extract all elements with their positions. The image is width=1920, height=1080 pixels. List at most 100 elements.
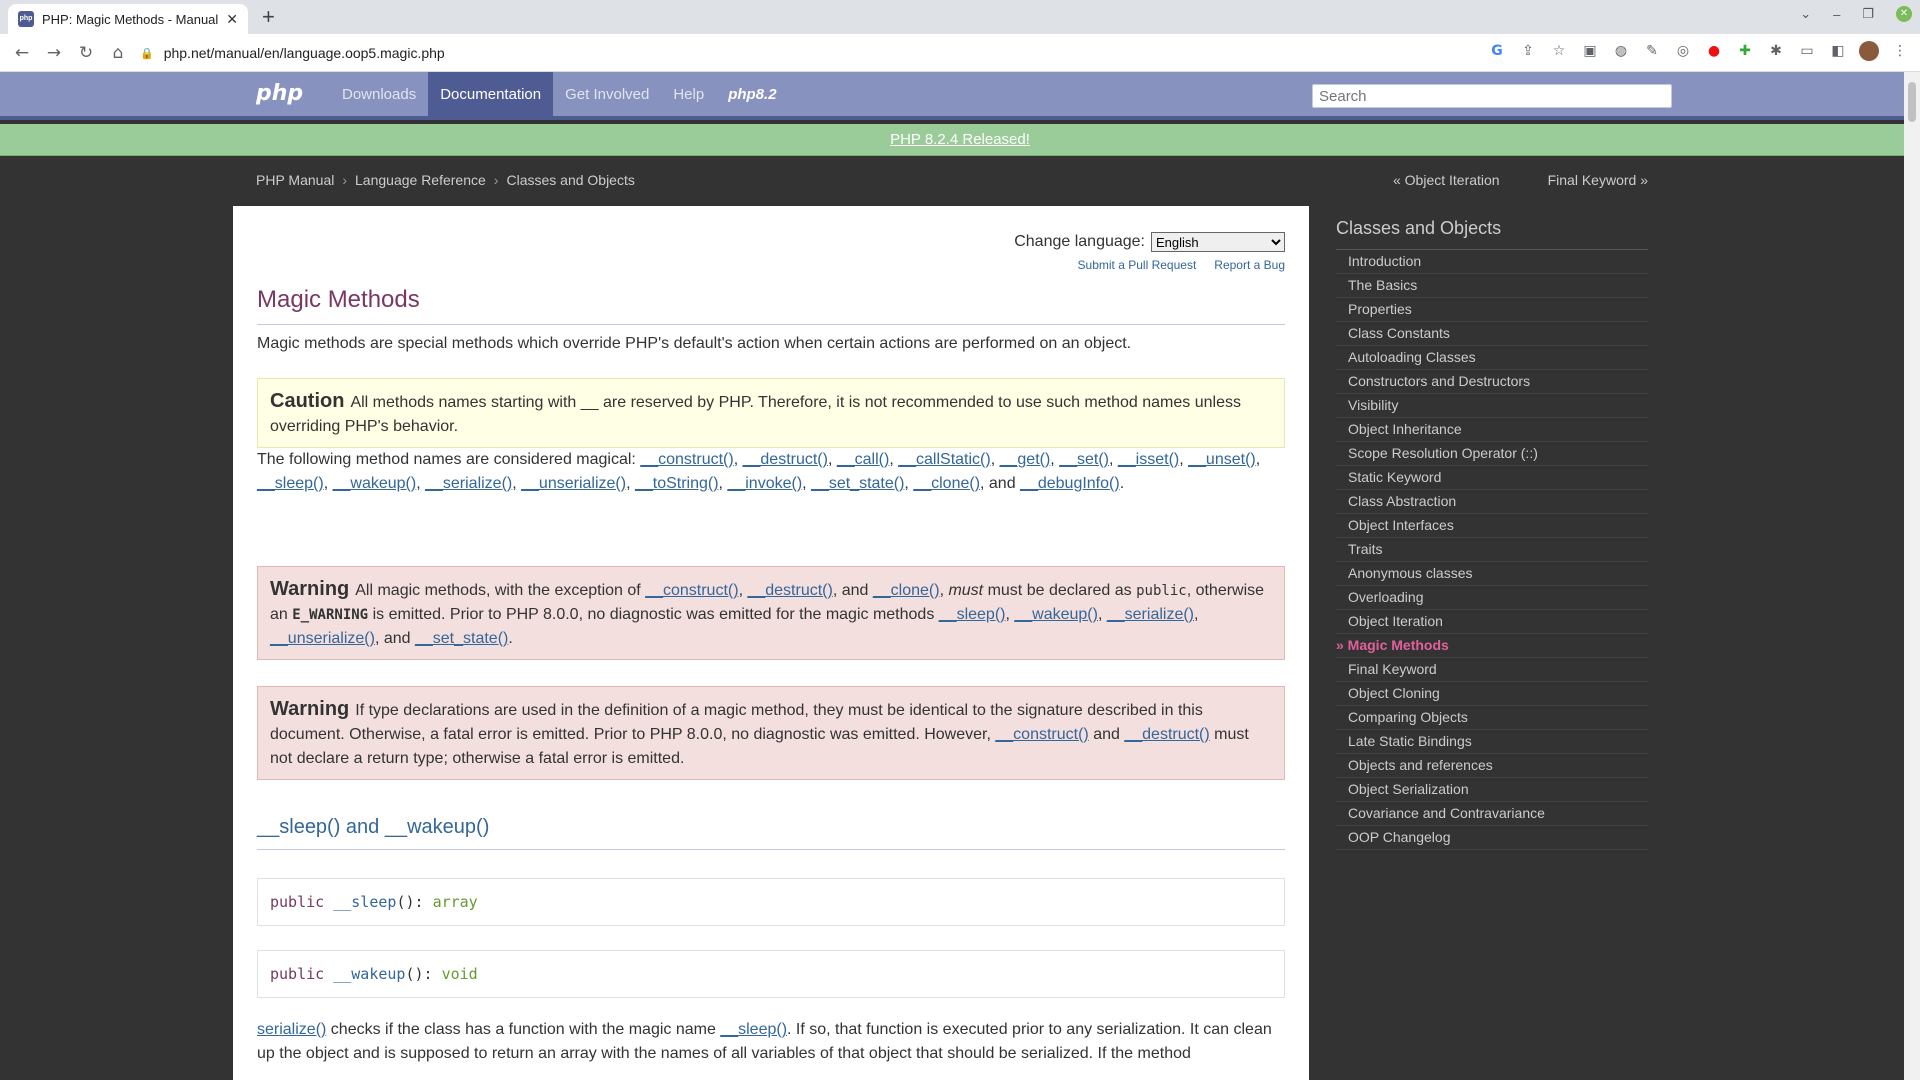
scrollbar-thumb[interactable] [1908, 82, 1916, 122]
php-logo[interactable]: php [256, 81, 303, 106]
method-link[interactable]: __call() [837, 451, 889, 468]
sidebar-icon[interactable]: ◧ [1828, 41, 1848, 61]
menu-icon[interactable]: ⋮ [1890, 41, 1910, 61]
share-icon[interactable]: ⇪ [1518, 41, 1538, 61]
sidebar-item[interactable]: Anonymous classes [1336, 562, 1648, 586]
nav-help[interactable]: Help [661, 72, 716, 120]
nav-get-involved[interactable]: Get Involved [553, 72, 661, 120]
sidebar-item[interactable]: Object Inheritance [1336, 418, 1648, 442]
method-link[interactable]: __construct() [640, 451, 733, 468]
bookmark-star-icon[interactable]: ☆ [1549, 41, 1569, 61]
sidebar-item[interactable]: The Basics [1336, 274, 1648, 298]
sidebar-item[interactable]: Late Static Bindings [1336, 730, 1648, 754]
opera-icon[interactable]: ● [1704, 41, 1724, 61]
language-select[interactable]: English [1151, 232, 1285, 252]
reload-icon[interactable]: ↻ [70, 37, 102, 69]
method-link[interactable]: __unserialize() [521, 475, 626, 492]
maximize-icon[interactable]: ❐ [1862, 6, 1874, 22]
sidebar-item[interactable]: Object Iteration [1336, 610, 1648, 634]
breadcrumb-item[interactable]: Language Reference [355, 172, 486, 188]
sidebar-item[interactable]: Class Abstraction [1336, 490, 1648, 514]
nav-documentation[interactable]: Documentation [428, 72, 554, 120]
sidebar-item[interactable]: OOP Changelog [1336, 826, 1648, 850]
close-tab-icon[interactable]: ✕ [226, 11, 238, 28]
php82-link[interactable]: php8.2 [716, 72, 788, 120]
method-link[interactable]: __sleep() [939, 606, 1006, 623]
scrollbar[interactable] [1904, 72, 1920, 1080]
extension-icon[interactable]: ✚ [1735, 41, 1755, 61]
sidebar-item[interactable]: Constructors and Destructors [1336, 370, 1648, 394]
method-link[interactable]: __get() [1000, 451, 1051, 468]
method-link[interactable]: __set_state() [811, 475, 904, 492]
close-window-icon[interactable]: ✕ [1896, 6, 1912, 22]
search-input[interactable] [1312, 84, 1672, 108]
method-link[interactable]: __set() [1059, 451, 1109, 468]
method-link[interactable]: __sleep() [257, 475, 324, 492]
sig-function[interactable]: __wakeup [333, 965, 405, 983]
method-link[interactable]: __destruct() [743, 451, 828, 468]
prev-page-link[interactable]: « Object Iteration [1393, 172, 1500, 188]
serialize-link[interactable]: serialize() [257, 1021, 326, 1038]
sidebar-item[interactable]: Static Keyword [1336, 466, 1648, 490]
sidebar-item[interactable]: Class Constants [1336, 322, 1648, 346]
sidebar-item[interactable]: Introduction [1336, 250, 1648, 274]
method-link[interactable]: __construct() [645, 582, 738, 599]
google-icon[interactable]: G [1487, 41, 1507, 61]
method-link[interactable]: __debugInfo() [1020, 475, 1120, 492]
sidebar-item[interactable]: Visibility [1336, 394, 1648, 418]
breadcrumb-item[interactable]: PHP Manual [256, 172, 334, 188]
home-icon[interactable]: ⌂ [102, 37, 134, 69]
method-link[interactable]: __destruct() [747, 582, 832, 599]
method-link[interactable]: __set_state() [415, 630, 508, 647]
tab-search-icon[interactable]: ⌄ [1800, 6, 1811, 22]
browser-tab[interactable]: php PHP: Magic Methods - Manual ✕ [8, 4, 248, 34]
sidebar-item[interactable]: Object Interfaces [1336, 514, 1648, 538]
method-link[interactable]: __wakeup() [333, 475, 417, 492]
extension-icon[interactable]: ▣ [1580, 41, 1600, 61]
sidebar-item[interactable]: Final Keyword [1336, 658, 1648, 682]
lock-icon[interactable]: 🔒 [140, 47, 154, 60]
method-link[interactable]: __serialize() [1107, 606, 1194, 623]
method-link[interactable]: __isset() [1118, 451, 1179, 468]
release-link[interactable]: PHP 8.2.4 Released! [890, 131, 1030, 148]
forward-icon[interactable]: → [38, 37, 70, 69]
next-page-link[interactable]: Final Keyword » [1548, 172, 1648, 188]
breadcrumb-item[interactable]: Classes and Objects [506, 172, 634, 188]
back-icon[interactable]: ← [6, 37, 38, 69]
method-link[interactable]: __sleep() [720, 1021, 787, 1038]
new-tab-icon[interactable]: + [262, 4, 275, 30]
sidebar-item[interactable]: Comparing Objects [1336, 706, 1648, 730]
method-link[interactable]: __invoke() [727, 475, 802, 492]
method-link[interactable]: __destruct() [1124, 726, 1209, 743]
method-link[interactable]: __toString() [635, 475, 719, 492]
method-link[interactable]: __clone() [913, 475, 980, 492]
method-link[interactable]: __callStatic() [898, 451, 990, 468]
method-link[interactable]: __construct() [995, 726, 1088, 743]
url-text[interactable]: php.net/manual/en/language.oop5.magic.ph… [164, 45, 445, 61]
sidebar-item[interactable]: Scope Resolution Operator (::) [1336, 442, 1648, 466]
extension-icon[interactable]: ✎ [1642, 41, 1662, 61]
extension-icon[interactable]: ◍ [1611, 41, 1631, 61]
sidebar-item[interactable]: Objects and references [1336, 754, 1648, 778]
sidebar-item[interactable]: » Magic Methods [1336, 634, 1648, 658]
sidebar-item[interactable]: Autoloading Classes [1336, 346, 1648, 370]
sig-function[interactable]: __sleep [333, 893, 396, 911]
address-bar[interactable]: 🔒 php.net/manual/en/language.oop5.magic.… [140, 38, 1520, 68]
sidebar-item[interactable]: Traits [1336, 538, 1648, 562]
minimize-icon[interactable]: – [1833, 7, 1840, 22]
report-bug-link[interactable]: Report a Bug [1214, 258, 1285, 272]
cast-icon[interactable]: ▭ [1797, 41, 1817, 61]
sidebar-item[interactable]: Properties [1336, 298, 1648, 322]
extension-icon[interactable]: ◎ [1673, 41, 1693, 61]
method-link[interactable]: __wakeup() [1014, 606, 1098, 623]
sidebar-item[interactable]: Object Cloning [1336, 682, 1648, 706]
avatar[interactable] [1859, 41, 1879, 61]
method-link[interactable]: __serialize() [425, 475, 512, 492]
nav-downloads[interactable]: Downloads [330, 72, 428, 120]
method-link[interactable]: __clone() [873, 582, 940, 599]
puzzle-icon[interactable]: ✱ [1766, 41, 1786, 61]
sidebar-item[interactable]: Overloading [1336, 586, 1648, 610]
sidebar-item[interactable]: Covariance and Contravariance [1336, 802, 1648, 826]
method-link[interactable]: __unserialize() [270, 630, 375, 647]
sidebar-item[interactable]: Object Serialization [1336, 778, 1648, 802]
